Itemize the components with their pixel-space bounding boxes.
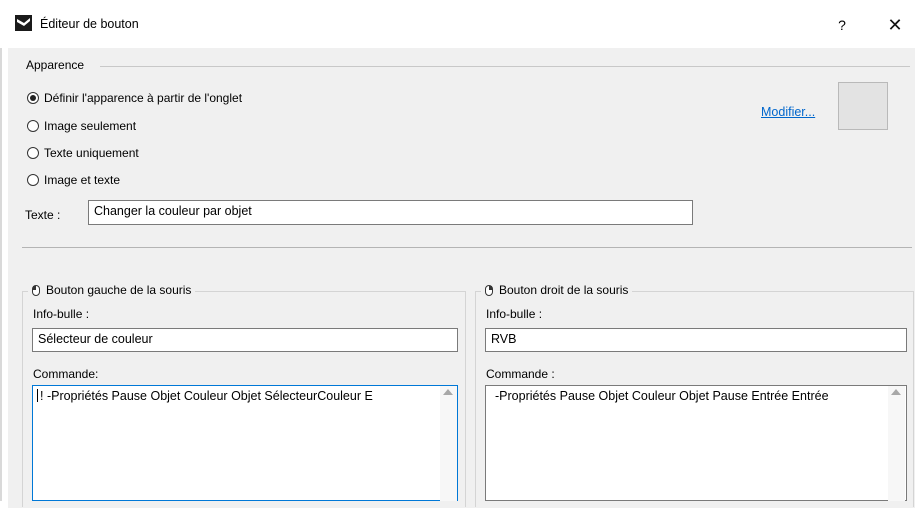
close-button[interactable]: ✕ bbox=[881, 12, 909, 38]
left-tooltip-label: Info-bulle : bbox=[33, 307, 90, 321]
right-command-scrollbar[interactable] bbox=[888, 386, 905, 501]
appearance-group-title: Apparence bbox=[23, 58, 88, 72]
right-command-text: -Propriétés Pause Objet Couleur Objet Pa… bbox=[495, 389, 829, 403]
appearance-group-line bbox=[100, 66, 910, 67]
text-input[interactable]: Changer la couleur par objet bbox=[88, 200, 693, 225]
right-button-title: Bouton droit de la souris bbox=[499, 283, 629, 297]
separator bbox=[22, 247, 912, 248]
text-label: Texte : bbox=[25, 208, 61, 222]
text-caret bbox=[37, 389, 38, 402]
window-title: Éditeur de bouton bbox=[40, 17, 139, 31]
radio-image-and-text[interactable]: Image et texte bbox=[27, 171, 120, 189]
radio-image-only[interactable]: Image seulement bbox=[27, 117, 136, 135]
radio-tab-appearance[interactable]: Définir l'apparence à partir de l'onglet bbox=[27, 89, 242, 107]
radio-label: Image seulement bbox=[44, 119, 137, 133]
title-bar: Éditeur de bouton ? ✕ bbox=[0, 0, 915, 48]
right-button-legend: Bouton droit de la souris bbox=[481, 283, 633, 297]
right-command-label: Commande : bbox=[486, 367, 555, 381]
modify-link[interactable]: Modifier... bbox=[761, 105, 815, 119]
radio-button-selected[interactable] bbox=[27, 92, 39, 104]
window-left-border bbox=[0, 0, 2, 501]
left-command-scrollbar[interactable] bbox=[440, 386, 457, 501]
radio-label: Définir l'apparence à partir de l'onglet bbox=[44, 91, 243, 105]
right-tooltip-label: Info-bulle : bbox=[486, 307, 543, 321]
left-button-legend: Bouton gauche de la souris bbox=[28, 283, 196, 297]
left-command-textarea[interactable]: ! -Propriétés Pause Objet Couleur Objet … bbox=[32, 385, 458, 501]
radio-button[interactable] bbox=[27, 174, 39, 186]
radio-button[interactable] bbox=[27, 147, 39, 159]
scroll-up-arrow-icon[interactable] bbox=[443, 389, 453, 395]
left-command-label: Commande: bbox=[33, 367, 99, 381]
image-preview-box[interactable] bbox=[838, 82, 888, 130]
radio-button[interactable] bbox=[27, 120, 39, 132]
app-icon bbox=[15, 15, 32, 31]
left-command-text: ! -Propriétés Pause Objet Couleur Objet … bbox=[40, 389, 373, 403]
left-button-title: Bouton gauche de la souris bbox=[46, 283, 192, 297]
left-tooltip-input[interactable]: Sélecteur de couleur bbox=[32, 328, 458, 352]
scroll-up-arrow-icon[interactable] bbox=[891, 389, 901, 395]
radio-label: Texte uniquement bbox=[44, 146, 139, 160]
right-mouse-icon bbox=[485, 284, 493, 296]
left-mouse-icon bbox=[32, 284, 40, 296]
right-command-textarea[interactable]: -Propriétés Pause Objet Couleur Objet Pa… bbox=[485, 385, 907, 501]
right-tooltip-input[interactable]: RVB bbox=[485, 328, 907, 352]
radio-text-only[interactable]: Texte uniquement bbox=[27, 144, 139, 162]
help-button[interactable]: ? bbox=[830, 14, 854, 36]
radio-label: Image et texte bbox=[44, 173, 121, 187]
